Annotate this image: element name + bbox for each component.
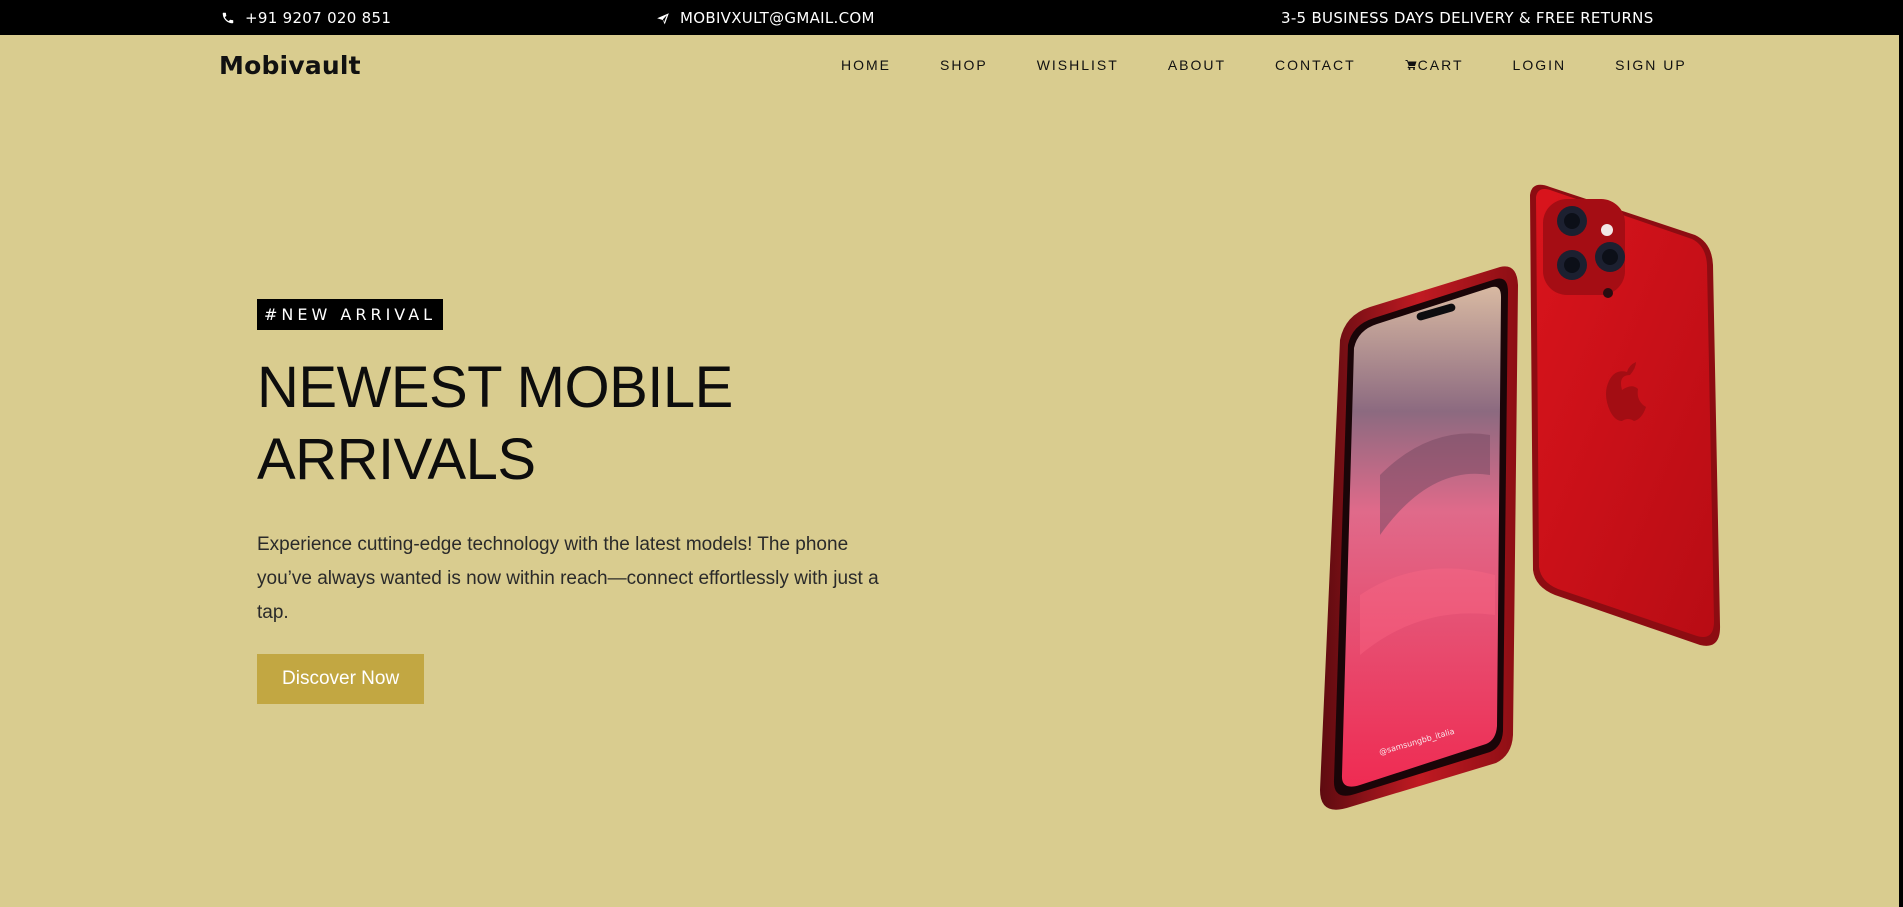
front-phone: @samsungbb_italia	[1320, 266, 1518, 810]
hero-headline: NEWEST MOBILE ARRIVALS	[257, 352, 757, 496]
topbar-promo-text: 3-5 BUSINESS DAYS DELIVERY & FREE RETURN…	[1281, 8, 1654, 27]
new-arrival-tag: #NEW ARRIVAL	[257, 299, 444, 330]
nav-login[interactable]: LOGIN	[1513, 57, 1567, 73]
cart-icon	[1405, 59, 1417, 71]
page-right-edge	[1899, 35, 1903, 907]
nav-home[interactable]: HOME	[841, 57, 891, 73]
nav-contact[interactable]: CONTACT	[1275, 57, 1356, 73]
phone-icon	[221, 11, 235, 25]
red-phones-illustration: @samsungbb_italia	[1320, 184, 1721, 810]
hero-headline-line2: ARRIVALS	[257, 427, 536, 492]
main-navbar: Mobivault HOME SHOP WISHLIST ABOUT CONTA…	[0, 35, 1903, 95]
topbar-phone[interactable]: +91 9207 020 851	[221, 0, 391, 35]
top-info-bar: +91 9207 020 851 MOBIVXULT@GMAIL.COM 3-5…	[0, 0, 1903, 35]
topbar-promo: 3-5 BUSINESS DAYS DELIVERY & FREE RETURN…	[1281, 0, 1654, 35]
hero-headline-line1: NEWEST MOBILE	[257, 355, 733, 420]
hero-description: Experience cutting-edge technology with …	[257, 534, 879, 623]
paper-plane-icon	[656, 11, 670, 25]
hero-phone-image: @samsungbb_italia	[1300, 175, 1740, 815]
nav-signup[interactable]: SIGN UP	[1615, 57, 1687, 73]
discover-now-button[interactable]: Discover Now	[257, 654, 425, 704]
nav-wishlist[interactable]: WISHLIST	[1037, 57, 1119, 73]
topbar-phone-text: +91 9207 020 851	[245, 8, 392, 27]
nav-cart-label: CART	[1417, 57, 1464, 73]
topbar-email-text: MOBIVXULT@GMAIL.COM	[680, 8, 875, 27]
nav-shop[interactable]: SHOP	[940, 57, 988, 73]
nav-menu: HOME SHOP WISHLIST ABOUT CONTACT CART LO…	[841, 57, 1687, 73]
hero-text-section: #NEW ARRIVAL NEWEST MOBILE ARRIVALS Expe…	[257, 299, 907, 704]
back-phone	[1530, 184, 1721, 646]
topbar-email[interactable]: MOBIVXULT@GMAIL.COM	[656, 0, 875, 35]
nav-cart[interactable]: CART	[1405, 57, 1464, 73]
brand-logo[interactable]: Mobivault	[219, 51, 361, 80]
nav-about[interactable]: ABOUT	[1168, 57, 1226, 73]
